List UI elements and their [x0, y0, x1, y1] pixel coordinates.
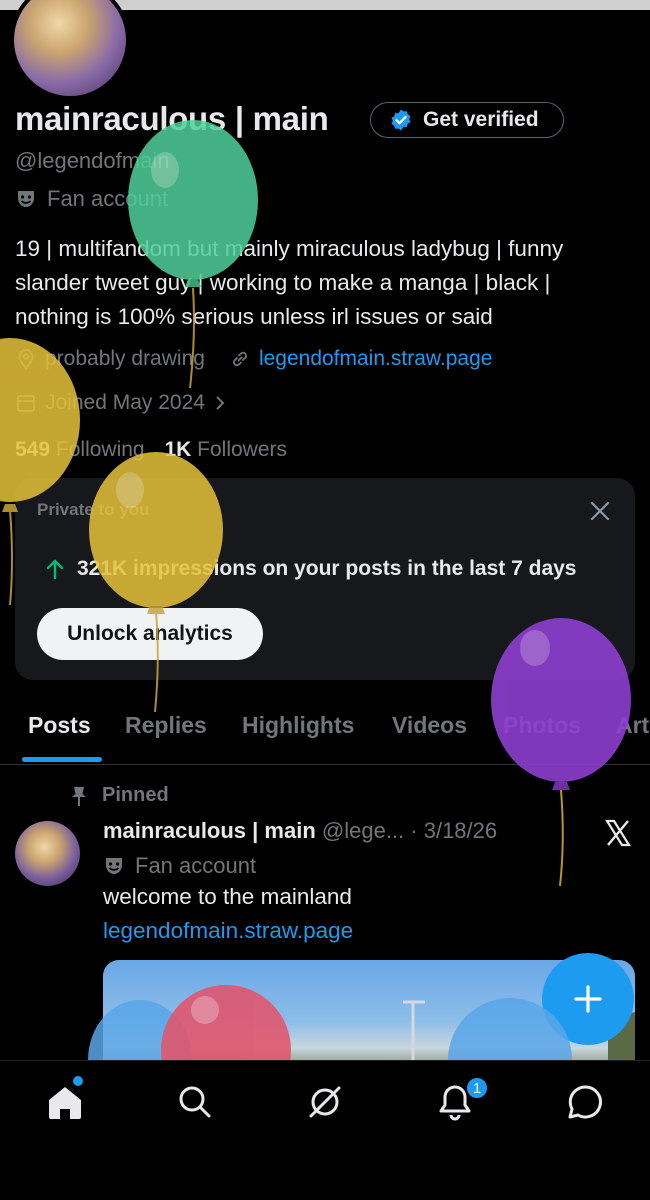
impressions-text: 321K impressions on your posts in the la… — [77, 557, 577, 580]
arrow-up-icon — [46, 559, 64, 580]
location-pin-icon — [18, 349, 34, 370]
following-link[interactable]: 549 Following — [15, 438, 145, 461]
post-link[interactable]: legendofmain.straw.page — [103, 918, 353, 944]
post-author-avatar[interactable] — [15, 821, 80, 886]
theater-mask-icon — [106, 858, 122, 874]
fan-account-label: Fan account — [15, 186, 168, 212]
profile-website-link[interactable]: legendofmain.straw.page — [259, 347, 493, 371]
follow-stats: 549 Following 1K Followers — [15, 438, 287, 462]
followers-count: 1K — [164, 438, 192, 461]
followers-link[interactable]: 1K Followers — [164, 438, 287, 461]
compose-post-button[interactable] — [542, 953, 634, 1045]
get-verified-label: Get verified — [423, 108, 539, 131]
calendar-icon — [17, 395, 35, 412]
unlock-analytics-button[interactable]: Unlock analytics — [37, 608, 263, 660]
post-fan-account-text: Fan account — [135, 853, 257, 878]
following-count: 549 — [15, 438, 51, 461]
profile-avatar[interactable] — [10, 0, 130, 100]
messages-icon[interactable] — [565, 1082, 605, 1122]
profile-location: probably drawing — [45, 347, 205, 370]
profile-meta-row: probably drawing legendofmain.straw.page — [15, 347, 492, 371]
pinned-label: Pinned — [102, 784, 169, 806]
private-to-you-label: Private to you — [37, 500, 150, 519]
profile-name: mainraculous | main — [15, 100, 329, 137]
impressions-row: 321K impressions on your posts in the la… — [45, 557, 577, 581]
profile-bio: 19 | multifandom but mainly miraculous l… — [15, 236, 564, 329]
home-notification-dot — [73, 1076, 83, 1086]
following-label: Following — [55, 438, 145, 461]
close-icon[interactable] — [586, 497, 614, 525]
post-header: mainraculous | main @lege... · 3/18/26 — [103, 818, 497, 844]
grok-icon[interactable] — [305, 1082, 345, 1122]
bottom-navigation — [0, 1060, 650, 1200]
followers-label: Followers — [197, 438, 288, 461]
pinned-indicator: Pinned — [70, 784, 169, 807]
joined-date-row[interactable]: Joined May 2024 — [15, 391, 227, 415]
pin-icon — [72, 786, 86, 806]
plus-icon — [574, 985, 602, 1013]
tab-photos[interactable]: Photos — [503, 712, 581, 739]
link-icon — [232, 351, 247, 367]
verified-badge-icon — [391, 109, 411, 131]
active-tab-indicator — [22, 757, 102, 762]
fan-account-text: Fan account — [47, 186, 169, 211]
tab-highlights[interactable]: Highlights — [242, 712, 354, 739]
joined-date: Joined May 2024 — [45, 391, 205, 414]
search-icon[interactable] — [175, 1082, 215, 1122]
post-text: welcome to the mainland — [103, 884, 352, 909]
home-icon[interactable] — [45, 1082, 85, 1122]
theater-mask-icon — [18, 191, 34, 207]
chevron-right-icon — [216, 396, 225, 410]
post-meta: @lege... · 3/18/26 — [321, 818, 498, 843]
tab-art[interactable]: Art — [616, 712, 649, 739]
tab-replies[interactable]: Replies — [125, 712, 207, 739]
post-author-name[interactable]: mainraculous | main — [103, 818, 316, 843]
tab-posts[interactable]: Posts — [28, 712, 91, 739]
profile-handle: @legendofmain — [15, 148, 170, 173]
tab-videos[interactable]: Videos — [392, 712, 467, 739]
notification-badge: 1 — [465, 1076, 489, 1100]
post-fan-account: Fan account — [103, 853, 256, 879]
x-logo-icon[interactable] — [603, 818, 633, 848]
get-verified-button[interactable]: Get verified — [370, 102, 564, 138]
